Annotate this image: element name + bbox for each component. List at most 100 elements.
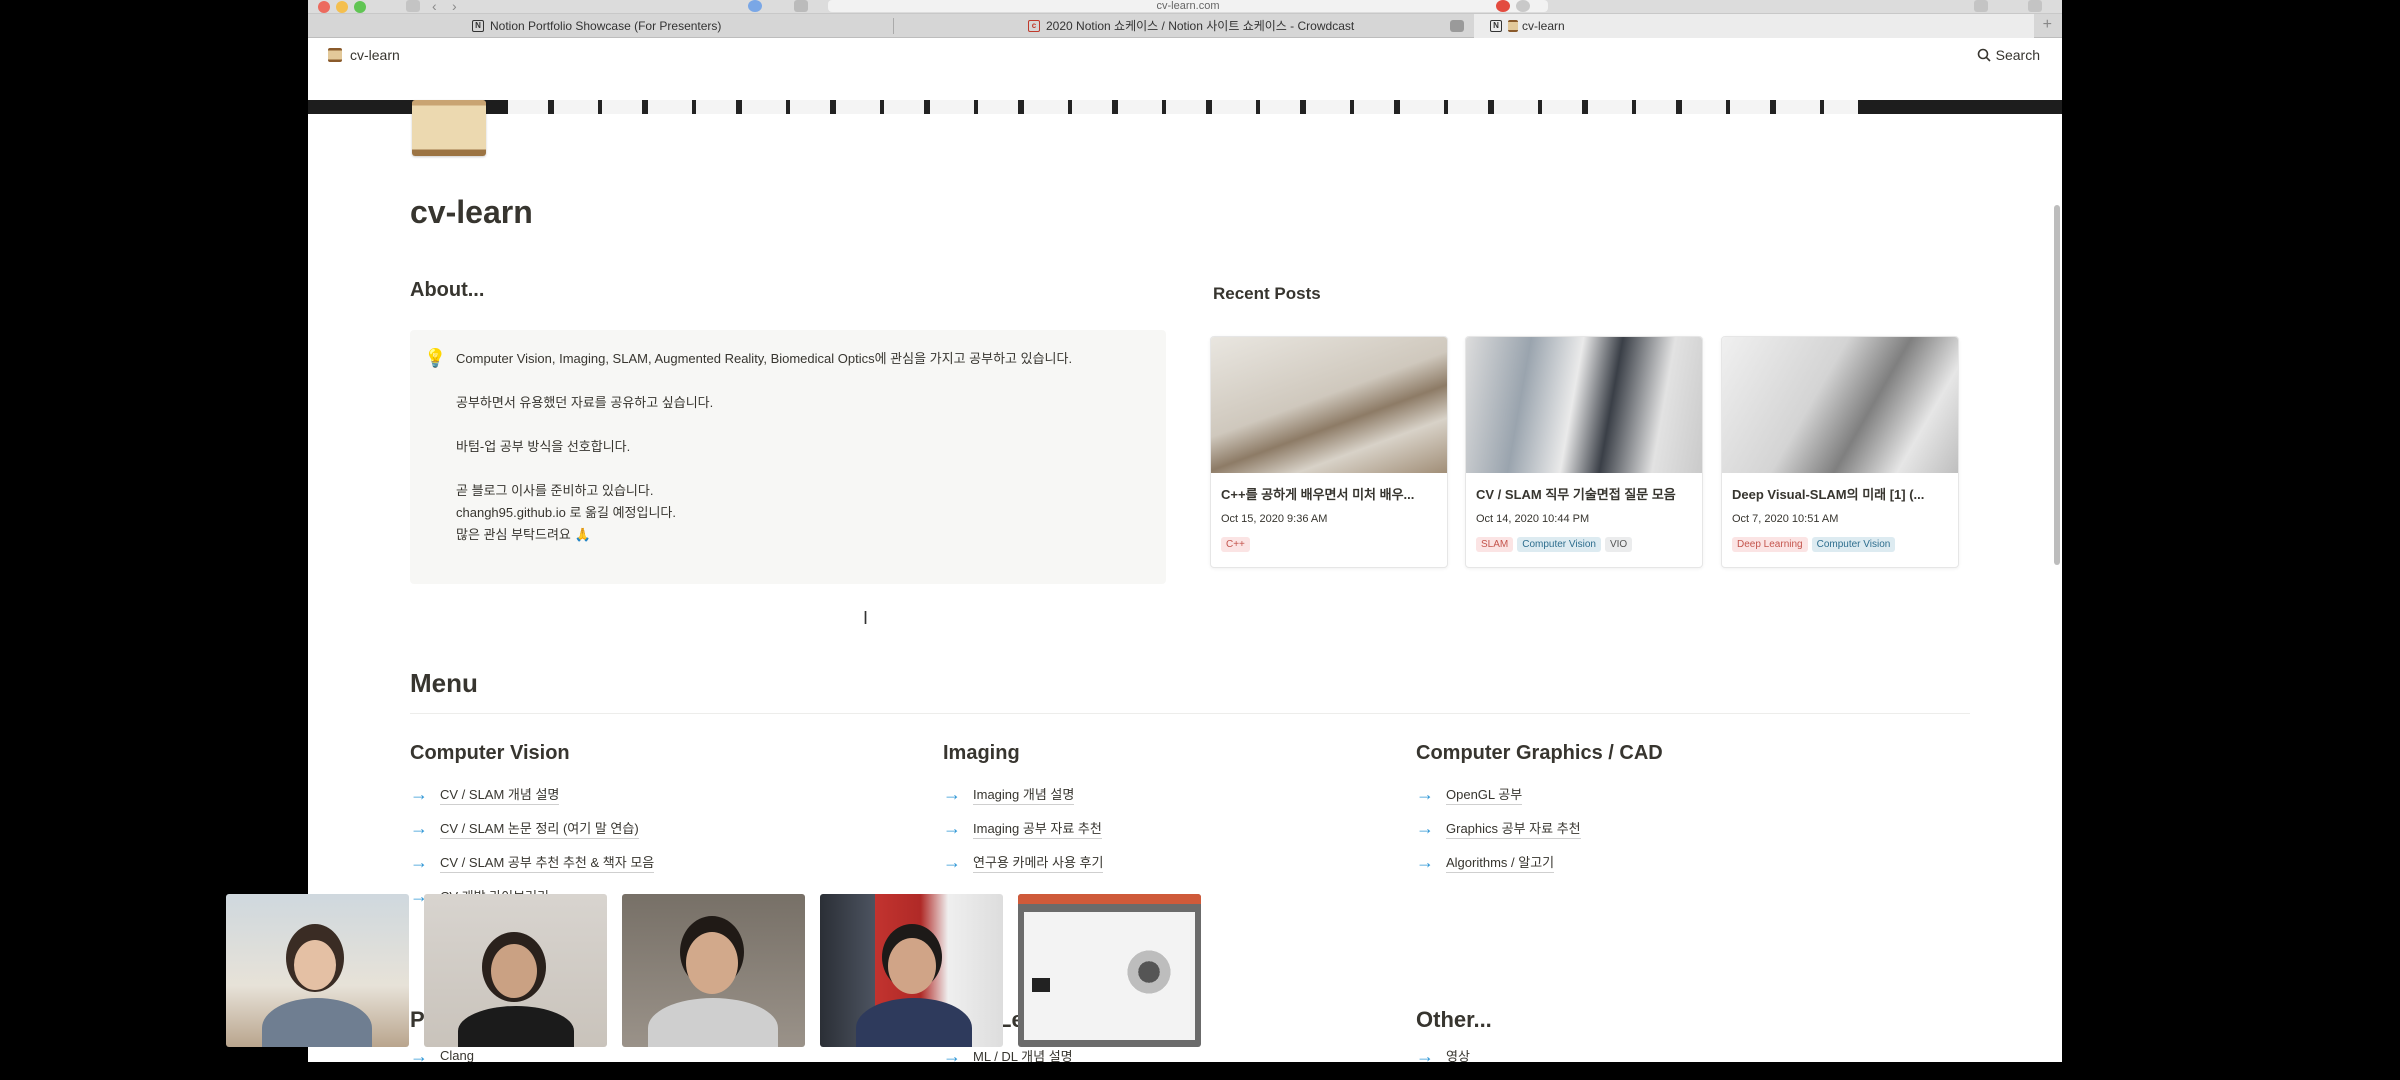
menu-link[interactable]: → Graphics 공부 자료 추천: [1416, 811, 1663, 845]
menu-link[interactable]: → Imaging 개념 설명: [943, 777, 1103, 811]
menu-link[interactable]: → Algorithms / 알고기: [1416, 845, 1663, 879]
menu-link[interactable]: → Clang: [410, 1046, 474, 1062]
tag: Deep Learning: [1732, 537, 1808, 552]
participant-video[interactable]: [622, 894, 805, 1047]
post-card[interactable]: CV / SLAM 직무 기술면접 질문 모음 Oct 14, 2020 10:…: [1465, 336, 1703, 568]
post-title: Deep Visual-SLAM의 미래 [1] (...: [1732, 487, 1925, 502]
screen: ‹ › cv-learn.com N Notion Portfolio Show…: [0, 0, 2400, 1080]
tab-audio-icon[interactable]: [1450, 20, 1464, 32]
divider: [410, 713, 1970, 714]
menu-link[interactable]: → OpenGL 공부: [1416, 777, 1663, 811]
callout-link[interactable]: changh95.github.io 로 옮길 예정입니다.: [456, 502, 1146, 524]
menu-column-computer-vision: Computer Vision → CV / SLAM 개념 설명 → CV / S…: [410, 742, 655, 913]
arrow-right-icon: →: [410, 1046, 428, 1062]
callout-line: 바텀-업 공부 방식을 선호합니다.: [456, 439, 631, 454]
tabs-overview-icon[interactable]: [2028, 0, 2042, 12]
tab-label: cv-learn: [1522, 19, 1565, 33]
maximize-window-icon[interactable]: [354, 1, 366, 13]
arrow-right-icon: →: [410, 851, 428, 872]
post-date: Oct 7, 2020 10:51 AM: [1732, 513, 1839, 525]
crowdcast-icon: c: [1028, 20, 1040, 32]
extension-icon[interactable]: [1496, 0, 1510, 12]
callout-line: Computer Vision, Imaging, SLAM, Augmente…: [456, 351, 1073, 366]
about-callout: 💡 Computer Vision, Imaging, SLAM, Augmen…: [410, 330, 1166, 584]
share-icon[interactable]: [1974, 0, 1988, 12]
page-cover: [308, 100, 2062, 114]
forward-icon[interactable]: ›: [452, 0, 457, 14]
notion-icon: N: [472, 20, 484, 32]
post-thumbnail: [1722, 337, 1958, 473]
menu-link[interactable]: → ML / DL 개념 설명: [943, 1046, 1073, 1062]
arrow-right-icon: →: [410, 817, 428, 838]
participant-video[interactable]: [820, 894, 1003, 1047]
post-date: Oct 15, 2020 9:36 AM: [1221, 513, 1328, 525]
search-button[interactable]: Search: [1977, 47, 2040, 63]
screen-share-preview[interactable]: [1018, 894, 1201, 1047]
section-heading: Other...: [1416, 1007, 1492, 1032]
breadcrumb[interactable]: cv-learn: [328, 47, 400, 63]
menu-column-graphics: Computer Graphics / CAD → OpenGL 공부 → Grap…: [1416, 742, 1663, 879]
menu-heading: Menu: [410, 668, 478, 698]
browser-toolbar: ‹ › cv-learn.com: [308, 0, 2062, 14]
post-thumbnail: [1466, 337, 1702, 473]
notion-icon: N: [1490, 20, 1502, 32]
scroll-icon: [1508, 20, 1518, 32]
menu-link[interactable]: → 연구용 카메라 사용 후기: [943, 845, 1104, 879]
post-title: C++를 공하게 배우면서 미처 배우...: [1221, 487, 1415, 502]
callout-line: 많은 관심 부탁드려요 🙏: [456, 527, 591, 542]
menu-link[interactable]: → Imaging 공부 자료 추천: [943, 811, 1103, 845]
sidebar-toggle-icon[interactable]: [406, 0, 420, 12]
back-icon[interactable]: ‹: [432, 0, 437, 14]
tab-label: Notion Portfolio Showcase (For Presenter…: [490, 19, 722, 33]
post-title: CV / SLAM 직무 기술면접 질문 모음: [1476, 487, 1676, 502]
post-date: Oct 14, 2020 10:44 PM: [1476, 513, 1590, 525]
arrow-right-icon: →: [943, 817, 961, 838]
close-window-icon[interactable]: [318, 1, 330, 13]
arrow-right-icon: →: [1416, 1046, 1434, 1062]
breadcrumb-label: cv-learn: [350, 47, 400, 63]
callout-line: 곧 블로그 이사를 준비하고 있습니다.: [456, 483, 654, 498]
tab-cv-learn[interactable]: N cv-learn: [1474, 14, 2034, 38]
post-card[interactable]: C++를 공하게 배우면서 미처 배우... Oct 15, 2020 9:36…: [1210, 336, 1448, 568]
menu-link[interactable]: → 영상: [1416, 1046, 1470, 1062]
arrow-right-icon: →: [1416, 851, 1434, 872]
tag: Computer Vision: [1811, 537, 1896, 552]
arrow-right-icon: →: [943, 783, 961, 804]
scroll-icon[interactable]: [412, 100, 486, 156]
arrow-right-icon: →: [943, 851, 961, 872]
arrow-right-icon: →: [410, 783, 428, 804]
callout-line: 공부하면서 유용했던 자료를 공유하고 싶습니다.: [456, 395, 714, 410]
minimize-window-icon[interactable]: [336, 1, 348, 13]
shield-icon[interactable]: [794, 0, 808, 12]
lightbulb-icon: 💡: [424, 348, 447, 368]
text-cursor-icon: I: [863, 608, 869, 628]
privacy-icon[interactable]: [748, 0, 762, 12]
participant-video[interactable]: [226, 894, 409, 1047]
arrow-right-icon: →: [943, 1046, 961, 1062]
tab-label: 2020 Notion 쇼케이스 / Notion 사이트 쇼케이스 - Cro…: [1046, 19, 1355, 33]
menu-link[interactable]: → CV / SLAM 개념 설명: [410, 777, 654, 811]
tag: C++: [1221, 537, 1250, 552]
reload-icon[interactable]: [1516, 0, 1530, 12]
video-participant-strip: [226, 894, 1201, 1047]
page-title: cv-learn: [410, 194, 533, 230]
search-icon: [1977, 48, 1991, 62]
scroll-icon: [328, 48, 342, 62]
recent-posts-heading: Recent Posts: [1213, 284, 1321, 303]
participant-video[interactable]: [424, 894, 607, 1047]
menu-link[interactable]: → CV / SLAM 공부 추천 추천 & 책자 모음: [410, 845, 655, 879]
about-heading: About...: [410, 279, 485, 301]
column-title: Computer Vision: [410, 742, 570, 764]
new-tab-icon[interactable]: +: [2043, 16, 2052, 34]
post-card[interactable]: Deep Visual-SLAM의 미래 [1] (... Oct 7, 202…: [1721, 336, 1959, 568]
menu-link[interactable]: → CV / SLAM 논문 정리 (여기 말 연습): [410, 811, 654, 845]
tag: Computer Vision: [1517, 537, 1601, 552]
column-title: Computer Graphics / CAD: [1416, 742, 1663, 764]
tag: SLAM: [1476, 537, 1514, 552]
notion-topbar: cv-learn Search: [308, 38, 2062, 72]
post-thumbnail: [1211, 337, 1447, 473]
tab-notion-showcase[interactable]: N Notion Portfolio Showcase (For Present…: [472, 14, 872, 38]
address-bar[interactable]: cv-learn.com: [828, 0, 1548, 12]
scrollbar[interactable]: [2054, 205, 2060, 565]
column-title: Imaging: [943, 742, 1020, 764]
